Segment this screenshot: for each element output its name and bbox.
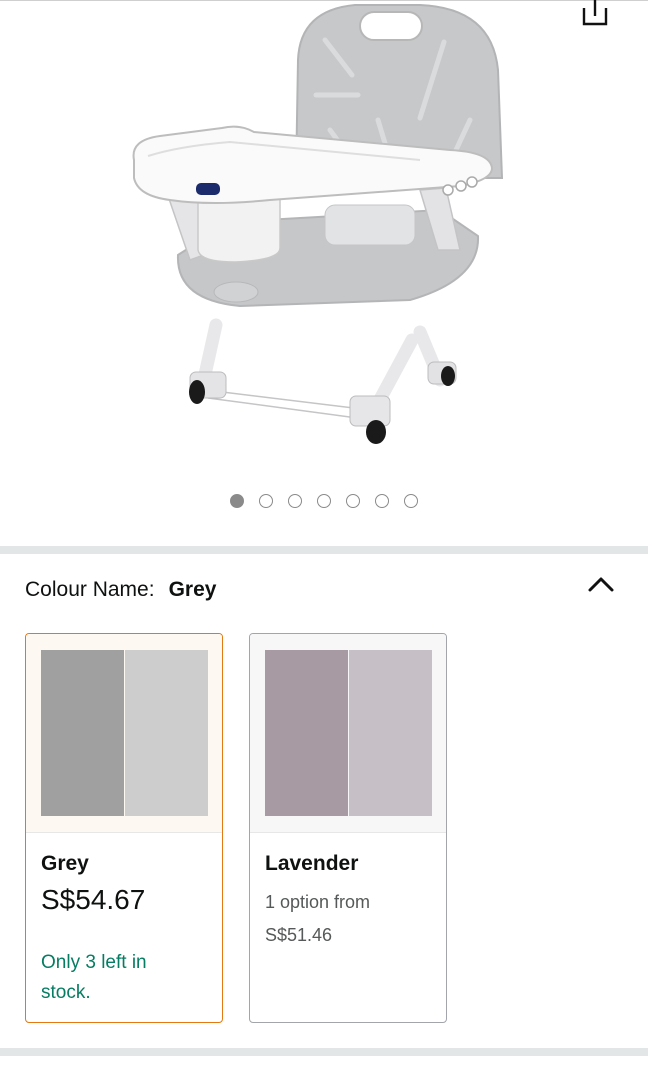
option-name: Grey (41, 852, 89, 875)
option-from-price: S$51.46 (265, 925, 333, 945)
option-count: 1 option from (265, 892, 371, 912)
option-price: S$54.67 (41, 884, 146, 915)
swatch-right (125, 650, 208, 816)
stock-status: Only 3 left in stock. (41, 952, 147, 1003)
colour-option-lavender[interactable]: Lavender 1 option from S$51.46 (249, 633, 447, 1023)
colour-label: Colour Name: (25, 578, 155, 601)
selected-colour-value: Grey (168, 578, 217, 601)
section-divider (0, 1048, 648, 1056)
colour-swatch (26, 634, 222, 833)
product-image[interactable] (120, 0, 540, 470)
option-availability: 1 option from S$51.46 (265, 886, 435, 952)
carousel-dot[interactable] (317, 494, 331, 508)
swatch-left (265, 650, 348, 816)
option-name: Lavender (265, 852, 359, 875)
swatch-right (349, 650, 432, 816)
section-divider (0, 546, 648, 554)
carousel-dot[interactable] (259, 494, 273, 508)
carousel-dot[interactable] (375, 494, 389, 508)
carousel-dot[interactable] (346, 494, 360, 508)
carousel-dot[interactable] (230, 494, 244, 508)
share-icon[interactable] (578, 0, 612, 30)
colour-swatch (250, 634, 446, 833)
image-carousel-indicator (0, 494, 648, 508)
colour-selector-heading: Colour Name: Grey (25, 578, 216, 602)
colour-option-grey[interactable]: Grey S$54.67 Only 3 left in stock. (25, 633, 223, 1023)
carousel-dot[interactable] (404, 494, 418, 508)
chevron-up-icon[interactable] (586, 572, 616, 596)
swatch-left (41, 650, 124, 816)
carousel-dot[interactable] (288, 494, 302, 508)
